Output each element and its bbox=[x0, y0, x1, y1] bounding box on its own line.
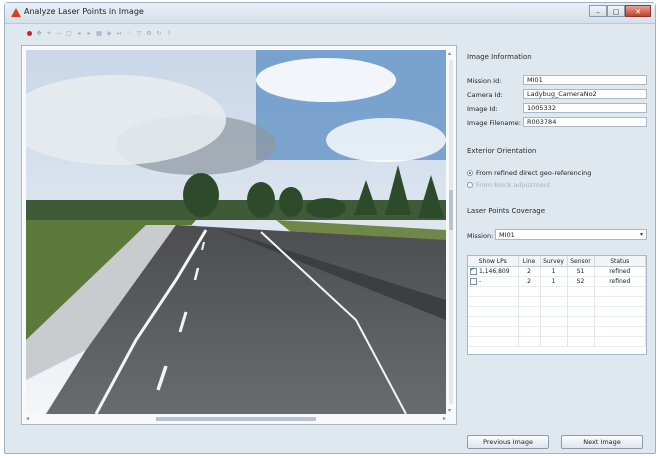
radio-empty-icon bbox=[467, 182, 473, 188]
mission-select-row: Mission: MI01 ▾ bbox=[467, 229, 647, 241]
maximize-button[interactable]: □ bbox=[607, 5, 625, 17]
image-id-label: Image Id: bbox=[467, 105, 498, 113]
coverage-table: Show LPs Line Survey Sensor Status 1,146… bbox=[467, 255, 647, 355]
table-row bbox=[468, 316, 646, 327]
grid-icon[interactable]: ▦ bbox=[95, 29, 103, 37]
analyze-window: Analyze Laser Points in Image – □ ✕ ✥ + … bbox=[4, 2, 656, 454]
status-cell: refined bbox=[594, 276, 646, 287]
sensor-cell: S2 bbox=[567, 276, 595, 287]
laser-points-coverage-heading: Laser Points Coverage bbox=[467, 207, 546, 215]
block-adjustment-label: From block adjustment bbox=[476, 181, 551, 189]
horizontal-scrollbar[interactable]: ◂ ▸ bbox=[26, 415, 446, 423]
scroll-left-icon[interactable]: ◂ bbox=[26, 415, 29, 422]
toolbar: ✥ + − ▢ ◂ ▸ ▦ ◈ ↔ ⁘ ▽ ⚙ ↻ ? bbox=[25, 27, 173, 39]
image-filename-label: Image Filename: bbox=[467, 119, 521, 127]
close-button[interactable]: ✕ bbox=[625, 5, 651, 17]
mission-select-value: MI01 bbox=[499, 231, 515, 239]
scroll-down-icon[interactable]: ▾ bbox=[448, 407, 451, 414]
mission-id-row: Mission Id: MI01 bbox=[467, 75, 647, 86]
fit-icon[interactable]: ▢ bbox=[65, 29, 73, 37]
camera-id-row: Camera Id: Ladybug_CameraNo2 bbox=[467, 89, 647, 100]
vertical-scrollbar[interactable]: ▴ ▾ bbox=[447, 50, 455, 414]
camera-id-field[interactable]: Ladybug_CameraNo2 bbox=[523, 89, 647, 99]
table-row bbox=[468, 326, 646, 337]
survey-cell: 1 bbox=[540, 266, 568, 277]
window-title: Analyze Laser Points in Image bbox=[24, 7, 144, 16]
zoom-in-icon[interactable]: + bbox=[45, 29, 53, 37]
settings-icon[interactable]: ⚙ bbox=[145, 29, 153, 37]
status-cell: refined bbox=[594, 266, 646, 277]
column-header[interactable]: Show LPs bbox=[468, 256, 519, 267]
survey-cell: 1 bbox=[540, 276, 568, 287]
show-lps-checkbox[interactable] bbox=[470, 278, 477, 285]
image-filename-row: Image Filename: R003784 bbox=[467, 117, 647, 128]
title-bar: Analyze Laser Points in Image – □ ✕ bbox=[5, 3, 655, 24]
mission-select-label: Mission: bbox=[467, 232, 494, 240]
table-row bbox=[468, 306, 646, 317]
pan-icon[interactable]: ✥ bbox=[35, 29, 43, 37]
table-row[interactable]: 1,146,809 2 1 S1 refined bbox=[468, 266, 646, 277]
image-filename-field[interactable]: R003784 bbox=[523, 117, 647, 127]
mission-id-label: Mission Id: bbox=[467, 77, 502, 85]
mission-id-field[interactable]: MI01 bbox=[523, 75, 647, 85]
exterior-orientation-heading: Exterior Orientation bbox=[467, 147, 537, 155]
prev-icon[interactable]: ◂ bbox=[75, 29, 83, 37]
road-photo bbox=[26, 50, 446, 414]
app-icon bbox=[11, 8, 21, 17]
refined-georef-label: From refined direct geo-referencing bbox=[476, 169, 592, 177]
camera-id-label: Camera Id: bbox=[467, 91, 503, 99]
image-viewer[interactable]: ▴ ▾ ◂ ▸ bbox=[21, 45, 457, 425]
column-header[interactable]: Survey bbox=[540, 256, 568, 267]
zoom-out-icon[interactable]: − bbox=[55, 29, 63, 37]
radio-selected-icon bbox=[467, 170, 473, 176]
table-row bbox=[468, 296, 646, 307]
line-cell: 2 bbox=[518, 266, 541, 277]
help-icon[interactable]: ? bbox=[165, 29, 173, 37]
layers-icon[interactable]: ◈ bbox=[105, 29, 113, 37]
column-header[interactable]: Line bbox=[518, 256, 541, 267]
filter-icon[interactable]: ▽ bbox=[135, 29, 143, 37]
next-icon[interactable]: ▸ bbox=[85, 29, 93, 37]
table-row bbox=[468, 286, 646, 297]
scroll-right-icon[interactable]: ▸ bbox=[443, 415, 446, 422]
show-lps-value: 1,146,809 bbox=[479, 268, 510, 275]
minimize-button[interactable]: – bbox=[589, 5, 607, 17]
block-adjustment-radio: From block adjustment bbox=[467, 181, 550, 189]
image-id-field[interactable]: 1005332 bbox=[523, 103, 647, 113]
table-row[interactable]: - 2 1 S2 refined bbox=[468, 276, 646, 287]
column-header[interactable]: Sensor bbox=[567, 256, 595, 267]
table-row bbox=[468, 336, 646, 347]
column-header[interactable]: Status bbox=[594, 256, 646, 267]
table-header-row: Show LPs Line Survey Sensor Status bbox=[468, 256, 646, 267]
image-id-row: Image Id: 1005332 bbox=[467, 103, 647, 114]
measure-icon[interactable]: ↔ bbox=[115, 29, 123, 37]
sensor-cell: S1 bbox=[567, 266, 595, 277]
image-information-heading: Image Information bbox=[467, 53, 532, 61]
refined-georef-radio[interactable]: From refined direct geo-referencing bbox=[467, 169, 591, 177]
chevron-down-icon[interactable]: ▾ bbox=[640, 230, 643, 240]
scroll-up-icon[interactable]: ▴ bbox=[448, 50, 451, 57]
rotate-icon[interactable]: ↻ bbox=[155, 29, 163, 37]
next-image-button[interactable]: Next Image bbox=[561, 435, 643, 449]
show-lps-value: - bbox=[479, 278, 482, 285]
record-icon[interactable] bbox=[25, 29, 33, 37]
show-lps-checkbox[interactable] bbox=[470, 267, 477, 275]
previous-image-button[interactable]: Previous Image bbox=[467, 435, 549, 449]
line-cell: 2 bbox=[518, 276, 541, 287]
mission-select[interactable]: MI01 ▾ bbox=[495, 229, 647, 240]
points-icon[interactable]: ⁘ bbox=[125, 29, 133, 37]
